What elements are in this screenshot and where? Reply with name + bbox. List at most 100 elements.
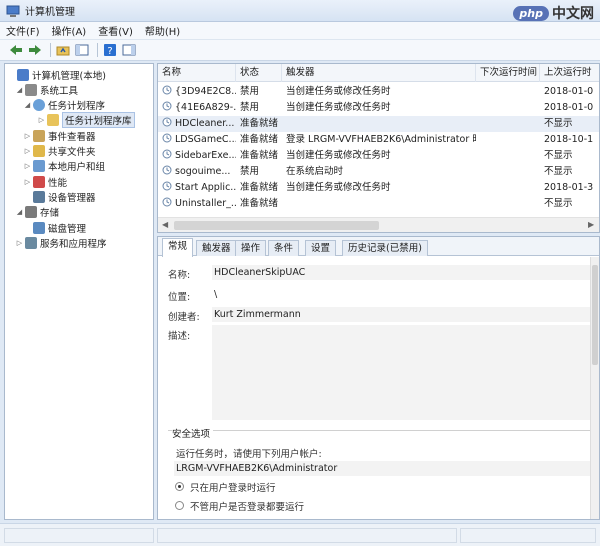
cell-last: 不显示 [540, 116, 599, 132]
column-header-trigger[interactable]: 触发器 [282, 64, 476, 82]
up-level-button[interactable] [55, 42, 71, 58]
expand-toggle-icon[interactable]: ◢ [23, 101, 32, 109]
name-field[interactable]: HDCleanerSkipUAC [212, 265, 595, 280]
task-clock-icon [162, 149, 172, 159]
table-row[interactable]: sogouime... 禁用 在系统启动时 不显示 [158, 164, 599, 180]
expand-toggle-icon[interactable]: ◢ [15, 208, 24, 216]
tree-item-label: 任务计划程序库 [62, 112, 135, 129]
scroll-thumb[interactable] [174, 221, 379, 230]
tree-item[interactable]: ▷ 本地用户和组 [23, 159, 105, 174]
list-header: 名称 状态 触发器 下次运行时间 上次运行时 [158, 64, 599, 82]
tree-item-label: 系统工具 [40, 85, 79, 97]
brand-text: 中文网 [552, 6, 594, 22]
tree-item[interactable]: 磁盘管理 [23, 220, 86, 235]
table-row[interactable]: Uninstaller_... 准备就绪 不显示 [158, 196, 599, 212]
cell-text: 当创建任务或修改任务时 [286, 182, 391, 193]
status-segment [4, 528, 154, 543]
tab-history[interactable]: 历史记录(已禁用) [342, 240, 428, 256]
tree-item[interactable]: ◢ 系统工具 [15, 82, 78, 97]
cell-text: sogouime... [175, 166, 231, 177]
task-clock-icon [162, 197, 172, 207]
tab-triggers[interactable]: 触发器 [196, 240, 237, 256]
description-label: 描述: [168, 331, 191, 342]
tree-item-label: 共享文件夹 [48, 147, 96, 158]
cell-trigger: 当创建任务或修改任务时 [282, 180, 476, 196]
tree-item[interactable]: ▷ 共享文件夹 [23, 144, 96, 159]
tab-settings[interactable]: 设置 [305, 240, 337, 256]
tree-item[interactable]: ▷ 性能 [23, 174, 67, 189]
menu-file[interactable]: 文件(F) [6, 23, 40, 38]
run-as-label: 运行任务时，请使用下列用户帐户: [176, 449, 322, 460]
table-row[interactable]: {41E6A829-... 禁用 当创建任务或修改任务时 2018-01-0 [158, 100, 599, 116]
column-header-name[interactable]: 名称 [158, 64, 236, 82]
cell-status: 准备就绪 [236, 180, 282, 196]
status-segment [157, 528, 457, 543]
cell-name: LDSGameC... [158, 132, 236, 148]
tab-actions[interactable]: 操作 [235, 240, 267, 256]
status-bar [0, 523, 600, 546]
cell-last: 2018-01-3 [540, 180, 599, 196]
tree-item[interactable]: ▷ 任务计划程序库 [37, 112, 135, 129]
tab-general[interactable]: 常规 [162, 238, 194, 257]
column-header-status[interactable]: 状态 [236, 64, 282, 82]
menu-view[interactable]: 查看(V) [98, 23, 133, 38]
detail-vertical-scrollbar[interactable] [590, 257, 599, 519]
scroll-left-icon[interactable]: ◀ [162, 220, 168, 229]
table-row[interactable]: HDCleaner... 准备就绪 不显示 [158, 116, 599, 132]
services-icon [25, 236, 37, 249]
table-row[interactable]: SidebarExe... 准备就绪 当创建任务或修改任务时 不显示 [158, 148, 599, 164]
cell-status: 准备就绪 [236, 116, 282, 132]
table-row[interactable]: {3D94E2C8... 禁用 当创建任务或修改任务时 2018-01-0 [158, 84, 599, 100]
table-row[interactable]: Start Applic... 准备就绪 当创建任务或修改任务时 2018-01-3 [158, 180, 599, 196]
scroll-right-icon[interactable]: ▶ [588, 220, 594, 229]
expand-toggle-icon[interactable]: ▷ [15, 239, 24, 247]
column-header-next-run[interactable]: 下次运行时间 [476, 64, 540, 82]
column-header-last-run[interactable]: 上次运行时 [540, 64, 599, 82]
description-field[interactable] [212, 325, 595, 420]
cell-text: HDCleaner... [175, 118, 235, 129]
detail-scroll-thumb[interactable] [592, 265, 598, 365]
expand-toggle-icon[interactable]: ▷ [23, 147, 32, 155]
show-action-pane-button[interactable] [121, 42, 137, 58]
console-tree-icon [75, 44, 89, 56]
tree-item[interactable]: ▷ 事件查看器 [23, 128, 96, 143]
menu-action[interactable]: 操作(A) [52, 23, 87, 38]
help-button[interactable]: ? [102, 42, 118, 58]
tree-item[interactable]: 计算机管理(本地) [7, 67, 106, 82]
tree-item[interactable]: ◢ 存储 [15, 205, 59, 220]
cell-next [476, 84, 540, 100]
menu-help[interactable]: 帮助(H) [145, 23, 180, 38]
task-clock-icon [162, 117, 172, 127]
forward-arrow-icon [29, 45, 41, 55]
run-whether-logged-on-radio[interactable] [175, 501, 184, 510]
cell-text: 禁用 [240, 166, 260, 177]
table-row[interactable]: LDSGameC... 准备就绪 登录 LRGM-VVFHAEB2K6\Admini… [158, 132, 599, 148]
cell-next [476, 196, 540, 212]
tab-conditions[interactable]: 条件 [268, 240, 300, 256]
expand-toggle-icon[interactable]: ▷ [23, 132, 32, 140]
tree-item[interactable]: ◢ 任务计划程序 [23, 98, 105, 113]
expand-toggle-icon[interactable]: ▷ [37, 116, 46, 124]
folder-up-icon [56, 46, 70, 56]
expand-toggle-icon[interactable]: ◢ [15, 86, 24, 94]
expand-toggle-icon[interactable]: ▷ [23, 162, 32, 170]
cell-name: Start Applic... [158, 180, 236, 196]
tree-item[interactable]: 设备管理器 [23, 189, 96, 204]
forward-button[interactable] [27, 42, 43, 58]
cell-last: 不显示 [540, 196, 599, 212]
tree-item[interactable]: ▷ 服务和应用程序 [15, 235, 107, 250]
event-viewer-icon [33, 129, 45, 142]
cell-text: 当创建任务或修改任务时 [286, 86, 391, 97]
cell-last: 2018-10-1 [540, 132, 599, 148]
toolbar-separator [97, 43, 98, 57]
run-only-when-logged-on-radio[interactable] [175, 482, 184, 491]
cell-text: 2018-01-3 [544, 182, 594, 193]
console-tree: 计算机管理(本地) ◢ 系统工具 ◢ 任务计划程序 ▷ 任务计划程序库 ▷ 事件查看器 ▷ 共享文件… [4, 63, 154, 520]
list-horizontal-scrollbar[interactable]: ◀ ▶ [158, 217, 599, 232]
back-button[interactable] [8, 42, 24, 58]
show-hide-tree-button[interactable] [74, 42, 90, 58]
author-field[interactable]: Kurt Zimmermann [212, 307, 595, 322]
cell-next [476, 164, 540, 180]
expand-toggle-icon[interactable]: ▷ [23, 178, 32, 186]
cell-text: {3D94E2C8... [175, 86, 236, 97]
